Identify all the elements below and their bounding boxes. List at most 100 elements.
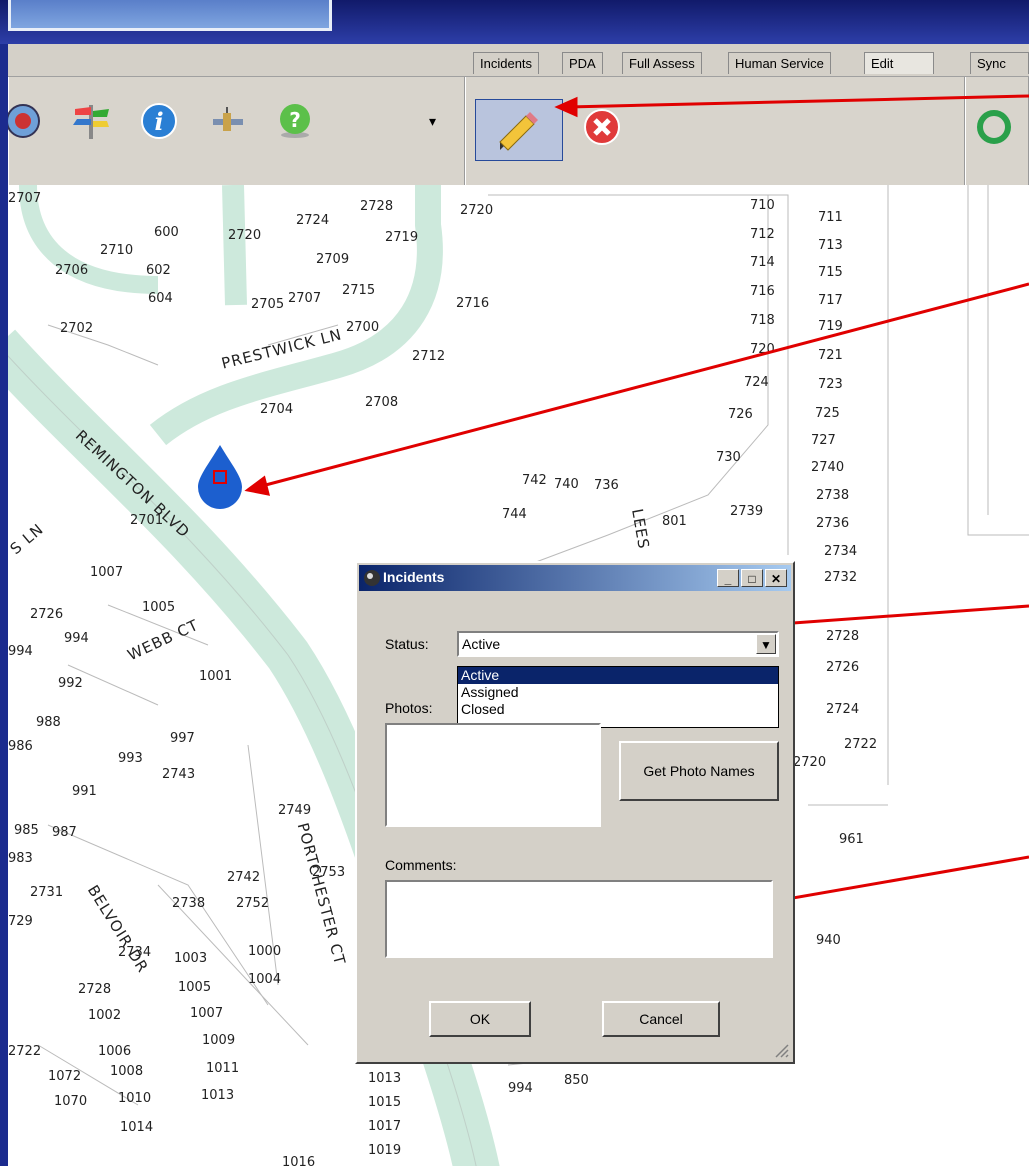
comments-field[interactable] <box>385 880 773 958</box>
toolbar-group-tools: i ? ▾ <box>8 77 465 185</box>
lot-label: 727 <box>811 433 836 448</box>
dropdown-arrow-icon[interactable]: ▾ <box>429 113 436 130</box>
minimize-button[interactable]: _ <box>717 569 739 587</box>
resize-grip-icon[interactable] <box>773 1042 789 1058</box>
slide-banner <box>0 0 1029 44</box>
lot-label: 2724 <box>826 702 860 717</box>
lot-label: 1011 <box>206 1061 240 1076</box>
lot-label: 2726 <box>826 660 860 675</box>
dialog-title: Incidents <box>383 569 445 585</box>
lot-label: 1001 <box>199 669 233 684</box>
photos-list[interactable] <box>385 723 601 827</box>
lot-label: 719 <box>818 319 843 334</box>
lot-label: 736 <box>594 478 619 493</box>
lot-label: 997 <box>170 731 195 746</box>
lot-label: 716 <box>750 284 775 299</box>
tab-pda[interactable]: PDA <box>562 52 603 74</box>
lot-label: 712 <box>750 227 775 242</box>
close-button[interactable]: ✕ <box>765 569 787 587</box>
lot-label: 720 <box>750 342 775 357</box>
lot-label: 710 <box>750 198 775 213</box>
signpost-icon[interactable] <box>69 99 113 143</box>
toolbar-group-sync <box>965 77 1029 185</box>
tab-incidents[interactable]: Incidents <box>473 52 540 74</box>
lot-label: 2739 <box>730 504 764 519</box>
lot-label: 983 <box>8 851 33 866</box>
lot-label: 1005 <box>142 600 176 615</box>
lot-label: 1016 <box>282 1155 316 1166</box>
lot-label: 717 <box>818 293 843 308</box>
sync-icon[interactable] <box>974 107 1014 147</box>
lot-label: 2734 <box>824 544 858 559</box>
lot-label: 604 <box>148 291 173 306</box>
lot-label: 721 <box>818 348 843 363</box>
lot-label: 994 <box>508 1081 533 1096</box>
lot-label: 1004 <box>248 972 282 987</box>
help-icon[interactable]: ? <box>273 99 317 143</box>
lot-label: 1015 <box>368 1095 402 1110</box>
lot-label: 961 <box>839 832 864 847</box>
lot-label: 711 <box>818 210 843 225</box>
lot-label: 600 <box>154 225 179 240</box>
satellite-icon[interactable] <box>205 99 249 143</box>
lot-label: 2720 <box>793 755 827 770</box>
lot-label: 2740 <box>811 460 845 475</box>
lot-label: 740 <box>554 477 579 492</box>
tab-full-assess[interactable]: Full Assess <box>622 52 702 74</box>
lot-label: 1008 <box>110 1064 144 1079</box>
lot-label: 742 <box>522 473 547 488</box>
lot-label: 2702 <box>60 321 94 336</box>
chevron-down-icon[interactable]: ▼ <box>756 634 776 654</box>
tab-bar: Incidents PDA Full Assess Human Service … <box>8 44 1029 77</box>
dialog-titlebar: Incidents _ □ ✕ <box>359 565 791 591</box>
lot-label: 1006 <box>98 1044 132 1059</box>
lot-label: 986 <box>8 739 33 754</box>
svg-text:i: i <box>154 107 163 136</box>
status-option-active[interactable]: Active <box>458 667 778 684</box>
lot-label: 2732 <box>824 570 858 585</box>
info-icon[interactable]: i <box>137 99 181 143</box>
lot-label: 1017 <box>368 1119 402 1134</box>
status-label: Status: <box>385 636 429 652</box>
get-photo-names-button[interactable]: Get Photo Names <box>619 741 779 801</box>
lot-label: 1007 <box>90 565 124 580</box>
globe-icon[interactable] <box>8 99 45 143</box>
cancel-button[interactable]: Cancel <box>602 1001 720 1037</box>
lot-label: 2736 <box>816 516 850 531</box>
lot-label: 2720 <box>228 228 262 243</box>
lot-label: 2720 <box>460 203 494 218</box>
lot-label: 801 <box>662 514 687 529</box>
lot-label: 994 <box>8 644 33 659</box>
photos-label: Photos: <box>385 700 433 716</box>
tab-edit[interactable]: Edit <box>864 52 934 74</box>
lot-label: 1072 <box>48 1069 82 1084</box>
lot-label: 1003 <box>174 951 208 966</box>
comments-label: Comments: <box>385 857 457 873</box>
tab-sync[interactable]: Sync <box>970 52 1029 74</box>
ok-button[interactable]: OK <box>429 1001 531 1037</box>
status-select[interactable]: Active ▼ <box>457 631 779 657</box>
lot-label: 987 <box>52 825 77 840</box>
lot-label: 2705 <box>251 297 285 312</box>
lot-label: 2704 <box>260 402 294 417</box>
lot-label: 1019 <box>368 1143 402 1158</box>
status-option-assigned[interactable]: Assigned <box>458 684 778 701</box>
lot-label: 993 <box>118 751 143 766</box>
cancel-icon[interactable] <box>582 107 622 147</box>
incident-marker-icon[interactable] <box>198 445 242 509</box>
lot-label: 2712 <box>412 349 446 364</box>
lot-label: 2731 <box>30 885 64 900</box>
lot-label: 726 <box>728 407 753 422</box>
lot-label: 850 <box>564 1073 589 1088</box>
lot-label: 2726 <box>30 607 64 622</box>
globe-icon <box>364 570 380 586</box>
tab-human-service[interactable]: Human Service <box>728 52 831 74</box>
lot-label: 1009 <box>202 1033 236 1048</box>
maximize-button[interactable]: □ <box>741 569 763 587</box>
lot-label: 2728 <box>78 982 112 997</box>
svg-text:?: ? <box>289 108 301 132</box>
status-option-closed[interactable]: Closed <box>458 701 778 718</box>
lot-label: 1002 <box>88 1008 122 1023</box>
edit-button[interactable] <box>475 99 563 161</box>
lot-label: 2707 <box>288 291 322 306</box>
